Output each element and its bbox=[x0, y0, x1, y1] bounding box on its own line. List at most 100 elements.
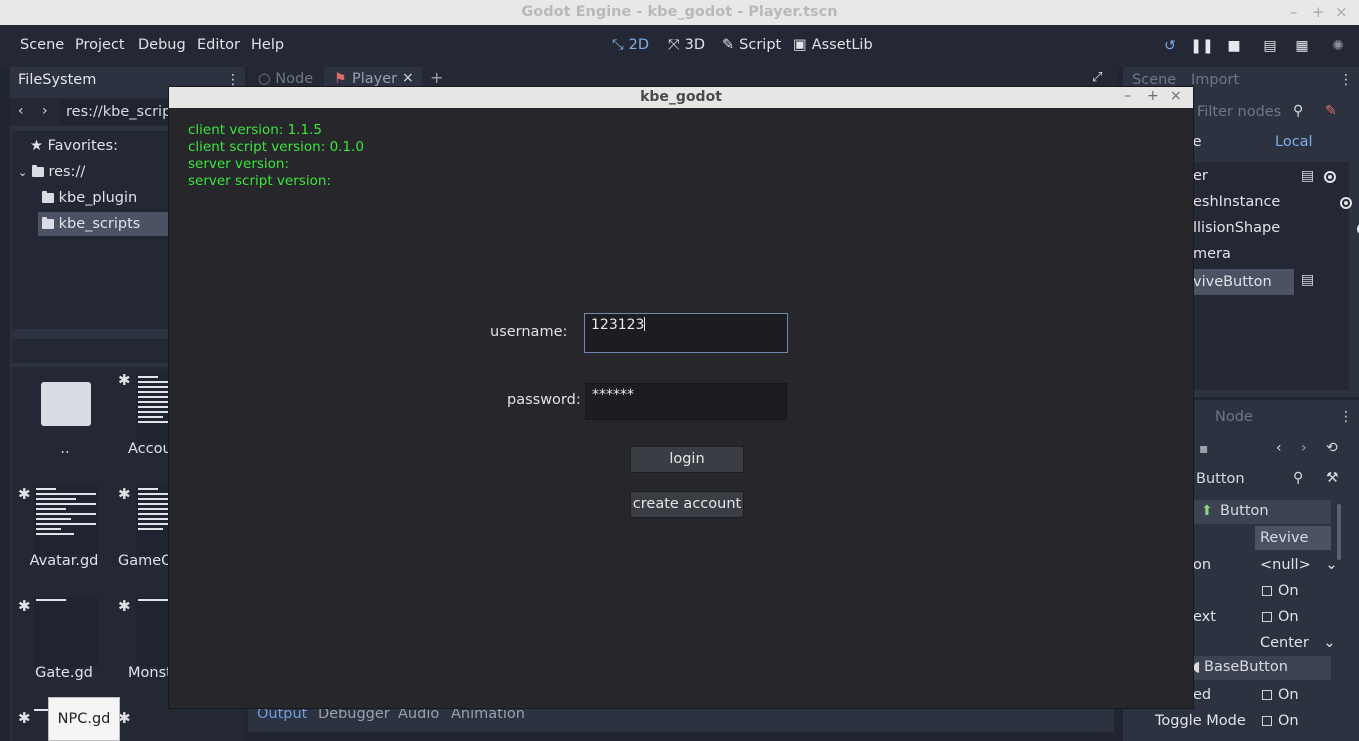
maximize-icon[interactable]: + bbox=[1147, 88, 1159, 104]
history-icon[interactable]: ⟲ bbox=[1326, 440, 1338, 456]
scrollbar[interactable] bbox=[1337, 504, 1341, 560]
tree-item-kbe-plugin[interactable]: kbe_plugin bbox=[42, 186, 137, 210]
tab-import[interactable]: Import bbox=[1191, 72, 1239, 88]
save-icon[interactable]: ▪ bbox=[1199, 441, 1209, 457]
gear-icon: ✱ bbox=[18, 709, 31, 727]
tab-node[interactable]: ○ Node bbox=[258, 71, 313, 87]
maximize-icon[interactable]: + bbox=[1312, 3, 1325, 21]
script-icon: ✎ bbox=[722, 37, 735, 53]
prop-label: Toggle Mode bbox=[1155, 713, 1246, 729]
visibility-icon[interactable] bbox=[1324, 171, 1336, 183]
back-icon[interactable]: ‹ bbox=[18, 103, 24, 119]
node-revivebutton[interactable]: viveButton bbox=[1193, 269, 1294, 295]
minimize-icon[interactable]: – bbox=[1124, 88, 1131, 104]
menu-editor[interactable]: Editor bbox=[197, 37, 240, 53]
username-field[interactable]: 123123 bbox=[584, 313, 788, 353]
filter-nodes-input[interactable]: Filter nodes bbox=[1197, 104, 1281, 120]
forward-icon[interactable]: › bbox=[1301, 440, 1307, 456]
play-scene-icon[interactable]: ▤ bbox=[1262, 38, 1278, 54]
game-window-titlebar[interactable]: kbe_godot – + × bbox=[169, 87, 1193, 108]
search-icon: ○ bbox=[258, 71, 271, 87]
tools-icon[interactable]: ⚒ bbox=[1326, 470, 1339, 486]
script-icon[interactable]: ▤ bbox=[1301, 272, 1314, 288]
tree-item-res[interactable]: ⌄ res:// bbox=[18, 160, 85, 184]
toggle-local[interactable]: Local bbox=[1275, 134, 1313, 150]
text-property-field[interactable]: Revive bbox=[1255, 526, 1331, 550]
reload-icon[interactable]: ↺ bbox=[1162, 38, 1178, 54]
checkbox-icon bbox=[1262, 586, 1272, 596]
player-node-icon: ⚑ bbox=[334, 71, 347, 87]
dock-menu-icon[interactable]: ⋮ bbox=[1339, 409, 1353, 425]
script-icon[interactable]: ▤ bbox=[1301, 168, 1314, 184]
menu-debug[interactable]: Debug bbox=[138, 37, 186, 53]
tab-player[interactable]: ⚑ Player × bbox=[324, 67, 422, 87]
parent-folder-icon[interactable] bbox=[41, 382, 91, 426]
main-screen-2d[interactable]: ⤡ 2D bbox=[612, 37, 649, 53]
2d-icon: ⤡ bbox=[612, 37, 624, 53]
node-meshinstance[interactable]: eshInstance bbox=[1193, 189, 1280, 215]
stop-icon[interactable]: ■ bbox=[1226, 38, 1242, 54]
game-window-title: kbe_godot bbox=[640, 89, 722, 105]
prop-checkbox[interactable]: On bbox=[1262, 604, 1299, 630]
server-version: server version: bbox=[188, 156, 290, 172]
favorites-row[interactable]: ★ Favorites: bbox=[30, 134, 118, 158]
search-icon[interactable]: ⚲ bbox=[1293, 103, 1303, 119]
back-icon[interactable]: ‹ bbox=[1276, 440, 1282, 456]
prop-checkbox[interactable]: On bbox=[1262, 682, 1299, 708]
search-icon[interactable]: ⚲ bbox=[1293, 470, 1303, 486]
prop-label: on bbox=[1193, 557, 1212, 573]
password-field[interactable]: ****** bbox=[585, 383, 787, 420]
login-button[interactable]: login bbox=[630, 446, 744, 473]
file-parent[interactable]: .. bbox=[40, 441, 90, 457]
button-node-icon: ⬆ bbox=[1201, 503, 1213, 519]
assetlib-icon: ▣ bbox=[793, 37, 807, 53]
checkbox-icon bbox=[1262, 612, 1272, 622]
node-player[interactable]: er bbox=[1193, 163, 1208, 189]
forward-icon[interactable]: › bbox=[42, 103, 48, 119]
script-attach-icon[interactable]: ✎ bbox=[1325, 103, 1337, 119]
category-basebutton[interactable]: ◖ BaseButton bbox=[1189, 656, 1331, 680]
main-screen-3d[interactable]: ⤧ 3D bbox=[668, 37, 705, 53]
prop-label: ed bbox=[1193, 687, 1212, 703]
folder-icon bbox=[31, 165, 44, 177]
category-button[interactable]: ⬆ Button bbox=[1193, 500, 1331, 524]
file-thumb[interactable] bbox=[34, 597, 98, 667]
minimize-icon[interactable]: – bbox=[1290, 3, 1298, 21]
play-custom-icon[interactable]: ▦ bbox=[1294, 38, 1310, 54]
fullscreen-icon[interactable]: ⤢ bbox=[1092, 70, 1102, 85]
visibility-icon[interactable] bbox=[1340, 197, 1353, 209]
tab-filesystem[interactable]: FileSystem bbox=[18, 72, 96, 88]
password-label: password: bbox=[507, 392, 581, 408]
close-icon[interactable]: × bbox=[1170, 88, 1182, 104]
username-label: username: bbox=[490, 324, 568, 340]
add-tab-icon[interactable]: + bbox=[430, 68, 443, 87]
menu-project[interactable]: Project bbox=[75, 37, 125, 53]
checkbox-icon bbox=[1262, 716, 1272, 726]
star-icon: ★ bbox=[30, 138, 43, 154]
menu-scene[interactable]: Scene bbox=[20, 37, 64, 53]
client-version: client version: 1.1.5 bbox=[188, 122, 323, 138]
dock-menu-icon[interactable]: ⋮ bbox=[1339, 72, 1353, 88]
game-window: kbe_godot – + × client version: 1.1.5 cl… bbox=[168, 86, 1194, 709]
prop-align[interactable]: Center ⌄ bbox=[1260, 630, 1336, 656]
file-gate[interactable]: Gate.gd bbox=[24, 665, 104, 681]
file-thumb[interactable] bbox=[34, 485, 98, 555]
file-tooltip: NPC.gd bbox=[48, 697, 120, 741]
close-icon[interactable]: × bbox=[1335, 3, 1348, 21]
node-collisionshape[interactable]: llisionShape bbox=[1193, 215, 1280, 241]
main-screen-assetlib[interactable]: ▣ AssetLib bbox=[793, 37, 873, 53]
close-tab-icon[interactable]: × bbox=[402, 70, 414, 86]
gear-icon: ✱ bbox=[18, 485, 31, 503]
prop-checkbox[interactable]: On bbox=[1262, 708, 1299, 734]
create-account-button[interactable]: create account bbox=[630, 491, 744, 518]
prop-checkbox[interactable]: On bbox=[1262, 578, 1299, 604]
pause-icon[interactable]: ❚❚ bbox=[1190, 38, 1213, 54]
node-camera[interactable]: mera bbox=[1193, 241, 1231, 267]
menu-help[interactable]: Help bbox=[251, 37, 284, 53]
prop-icon-value[interactable]: <null> ⌄ bbox=[1260, 552, 1338, 578]
os-titlebar: Godot Engine - kbe_godot - Player.tscn –… bbox=[0, 0, 1359, 26]
tab-node-inspector[interactable]: Node bbox=[1215, 409, 1253, 425]
file-avatar[interactable]: Avatar.gd bbox=[24, 553, 104, 569]
tree-item-kbe-scripts[interactable]: kbe_scripts bbox=[38, 212, 172, 236]
main-screen-script[interactable]: ✎ Script bbox=[722, 37, 781, 53]
